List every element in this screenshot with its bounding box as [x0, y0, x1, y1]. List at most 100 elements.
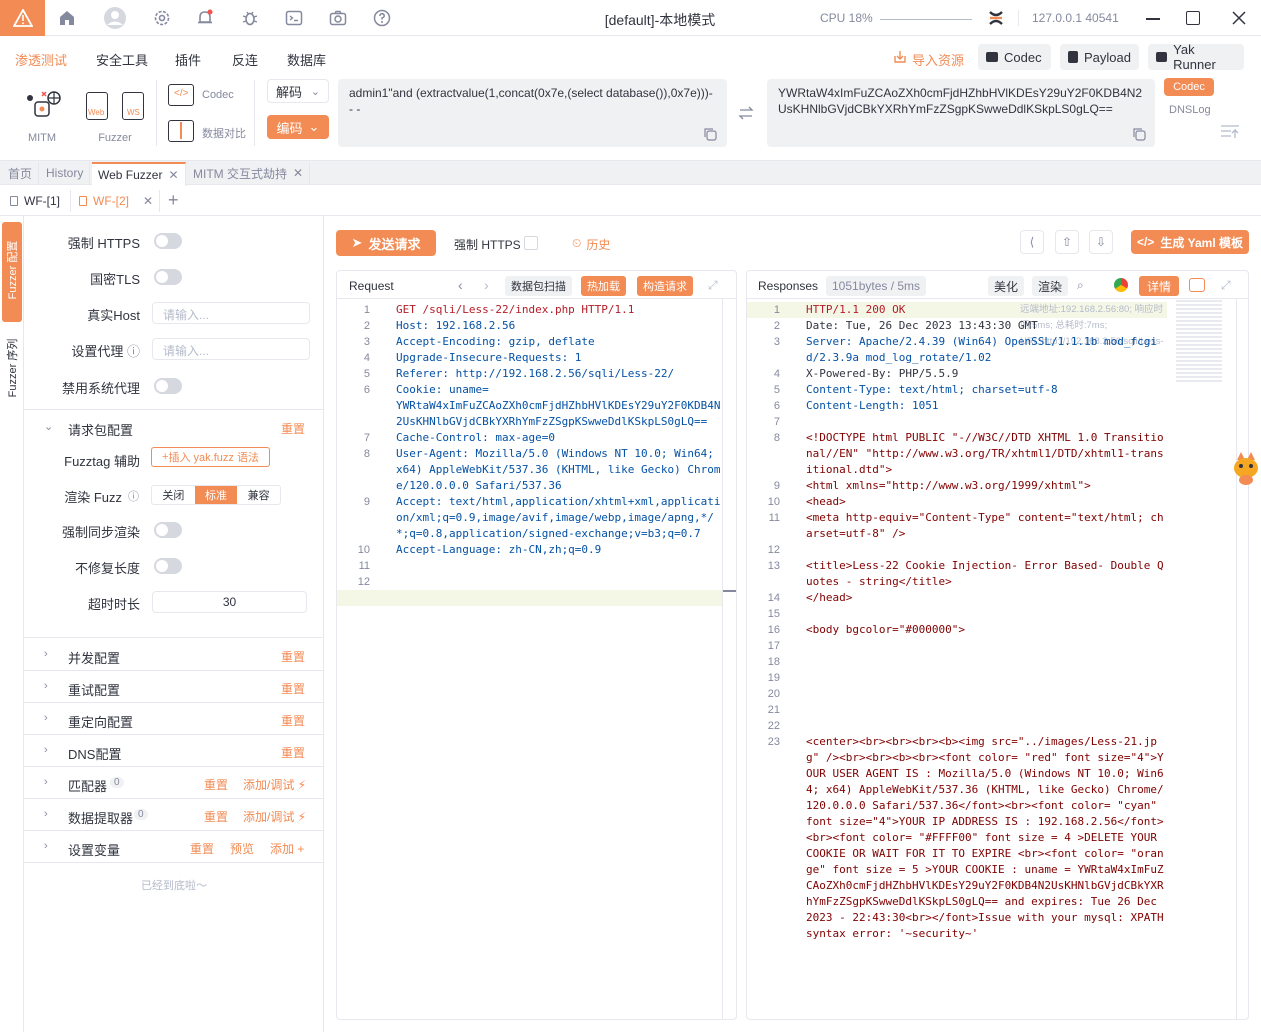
collapse-icon[interactable]: [1220, 124, 1240, 140]
tab-home[interactable]: 首页: [2, 162, 40, 184]
minimize-icon[interactable]: [1146, 18, 1160, 20]
chevron-right-icon[interactable]: ›: [44, 840, 48, 852]
copy-icon[interactable]: [1133, 128, 1146, 141]
dnslog-tab[interactable]: DNSLog: [1169, 104, 1211, 116]
chevron-left-icon[interactable]: ‹: [458, 277, 463, 293]
swap-icon[interactable]: [738, 106, 754, 120]
extractor-reset[interactable]: 重置: [204, 808, 228, 825]
variable-preview[interactable]: 预览: [230, 840, 254, 857]
subtab-wf-2[interactable]: WF-[2] ✕: [70, 190, 160, 212]
codec-tool-label[interactable]: Codec: [202, 89, 234, 101]
timeout-input[interactable]: 30: [152, 591, 307, 613]
close-icon[interactable]: [1231, 10, 1247, 26]
engine-link-icon[interactable]: [986, 8, 1006, 28]
extractor-title[interactable]: 数据提取器: [68, 808, 133, 827]
fullscreen-icon[interactable]: ⤢: [1221, 278, 1231, 293]
response-scrollbar[interactable]: [1236, 299, 1248, 1019]
fullscreen-icon[interactable]: ⤢: [708, 278, 718, 293]
codec-input[interactable]: admin1"and (extractvalue(1,concat(0x7e,(…: [338, 79, 727, 147]
redirect-config[interactable]: 重定向配置: [68, 712, 133, 731]
send-request-button[interactable]: ➤ 发送请求: [336, 230, 436, 256]
packet-config-title[interactable]: 请求包配置: [68, 420, 133, 439]
side-tab-fuzzer-config[interactable]: Fuzzer 配置: [2, 222, 22, 322]
home-icon[interactable]: [57, 8, 77, 28]
render-standard[interactable]: 标准: [194, 486, 238, 504]
menu-pentest[interactable]: 渗透测试: [15, 50, 67, 69]
variable-reset[interactable]: 重置: [190, 840, 214, 857]
menu-plugins[interactable]: 插件: [175, 50, 201, 69]
extractor-add-debug[interactable]: 添加/调试 ⚡: [243, 808, 306, 825]
import-icon[interactable]: ⇩: [1089, 230, 1113, 254]
details-button[interactable]: 详情: [1139, 276, 1179, 296]
beautify-button[interactable]: 美化: [988, 276, 1025, 296]
packet-config-reset[interactable]: 重置: [281, 420, 305, 437]
render-fuzz-segmented[interactable]: 关闭 标准 兼容: [151, 485, 281, 505]
codec-button[interactable]: Codec: [978, 44, 1051, 70]
force-https-switch[interactable]: [154, 233, 182, 249]
retry-reset[interactable]: 重置: [281, 680, 305, 697]
proxy-input[interactable]: 请输入...: [152, 338, 310, 360]
matcher-title[interactable]: 匹配器: [68, 776, 107, 795]
codec-output[interactable]: YWRtaW4xImFuZCAoZXh0cmFjdHZhbHVlKDEsY29u…: [767, 79, 1155, 147]
chevron-right-icon[interactable]: ›: [44, 648, 48, 660]
import-resources-button[interactable]: 导入资源: [893, 50, 964, 69]
web-fuzzer-icon[interactable]: Web: [86, 92, 108, 120]
sync-render-switch[interactable]: [154, 522, 182, 538]
set-variable-title[interactable]: 设置变量: [68, 840, 120, 859]
payload-button[interactable]: Payload: [1060, 44, 1139, 70]
camera-icon[interactable]: [328, 8, 348, 28]
mitm-icon[interactable]: [20, 88, 64, 124]
ws-fuzzer-icon[interactable]: WS: [122, 92, 144, 120]
encode-button[interactable]: 编码 ⌄: [267, 115, 329, 139]
generate-yaml-button[interactable]: </> 生成 Yaml 模板: [1131, 230, 1249, 254]
retry-config[interactable]: 重试配置: [68, 680, 120, 699]
side-tab-fuzzer-sequence[interactable]: Fuzzer 序列: [2, 330, 22, 430]
no-fix-length-switch[interactable]: [154, 558, 182, 574]
bell-icon[interactable]: [195, 8, 215, 28]
tab-history[interactable]: History: [40, 162, 91, 184]
terminal-icon[interactable]: [284, 8, 304, 28]
insert-yak-fuzz-button[interactable]: + 插入 yak.fuzz 语法: [151, 447, 270, 467]
response-editor[interactable]: 1 HTTP/1.1 200 OK 2 Date: Tue, 26 Dec 2023 …: [746, 302, 1168, 942]
menu-security-tools[interactable]: 安全工具: [96, 50, 148, 69]
matcher-reset[interactable]: 重置: [204, 776, 228, 793]
chevron-right-icon[interactable]: ›: [44, 744, 48, 756]
request-scrollbar[interactable]: [722, 299, 736, 1019]
build-request-button[interactable]: 构造请求: [637, 276, 693, 296]
codec-tool-icon[interactable]: </>: [168, 84, 194, 106]
decode-select[interactable]: 解码 ⌄: [267, 79, 329, 103]
subtab-wf-1[interactable]: WF-[1]: [10, 190, 60, 212]
redirect-reset[interactable]: 重置: [281, 712, 305, 729]
comment-icon[interactable]: [1189, 278, 1205, 292]
render-off[interactable]: 关闭: [152, 486, 195, 504]
render-compat[interactable]: 兼容: [237, 486, 280, 504]
compare-icon[interactable]: [168, 120, 194, 142]
tab-web-fuzzer[interactable]: Web Fuzzer ✕: [92, 162, 186, 186]
compare-label[interactable]: 数据对比: [202, 125, 246, 141]
dns-config[interactable]: DNS配置: [68, 744, 121, 763]
yak-runner-button[interactable]: Yak Runner: [1148, 42, 1244, 72]
gear-icon[interactable]: [152, 8, 172, 28]
help-icon[interactable]: [372, 8, 392, 28]
chevron-right-icon[interactable]: ›: [44, 776, 48, 788]
render-button[interactable]: 渲染: [1032, 276, 1069, 296]
hot-patch-button[interactable]: 热加载: [581, 276, 626, 296]
force-https-checkbox[interactable]: [524, 236, 538, 250]
bug-icon[interactable]: [240, 8, 260, 28]
chevron-right-icon[interactable]: ›: [44, 680, 48, 692]
concurrency-reset[interactable]: 重置: [281, 648, 305, 665]
minimap[interactable]: [1176, 300, 1222, 384]
maximize-icon[interactable]: [1186, 11, 1200, 25]
share-icon[interactable]: ⟨: [1020, 230, 1044, 254]
concurrency-config[interactable]: 并发配置: [68, 648, 120, 667]
variable-add[interactable]: 添加 +: [270, 840, 304, 857]
history-button[interactable]: ⏲ 历史: [572, 236, 610, 253]
copy-icon[interactable]: [704, 128, 717, 141]
tab-mitm[interactable]: MITM 交互式劫持 ✕: [187, 162, 311, 184]
warning-icon[interactable]: [0, 0, 45, 36]
chevron-down-icon[interactable]: ⌄: [44, 420, 53, 433]
matcher-add-debug[interactable]: 添加/调试 ⚡: [243, 776, 306, 793]
real-host-input[interactable]: 请输入...: [152, 302, 310, 324]
search-icon[interactable]: ⌕: [1077, 278, 1084, 293]
menu-reverse[interactable]: 反连: [232, 50, 258, 69]
